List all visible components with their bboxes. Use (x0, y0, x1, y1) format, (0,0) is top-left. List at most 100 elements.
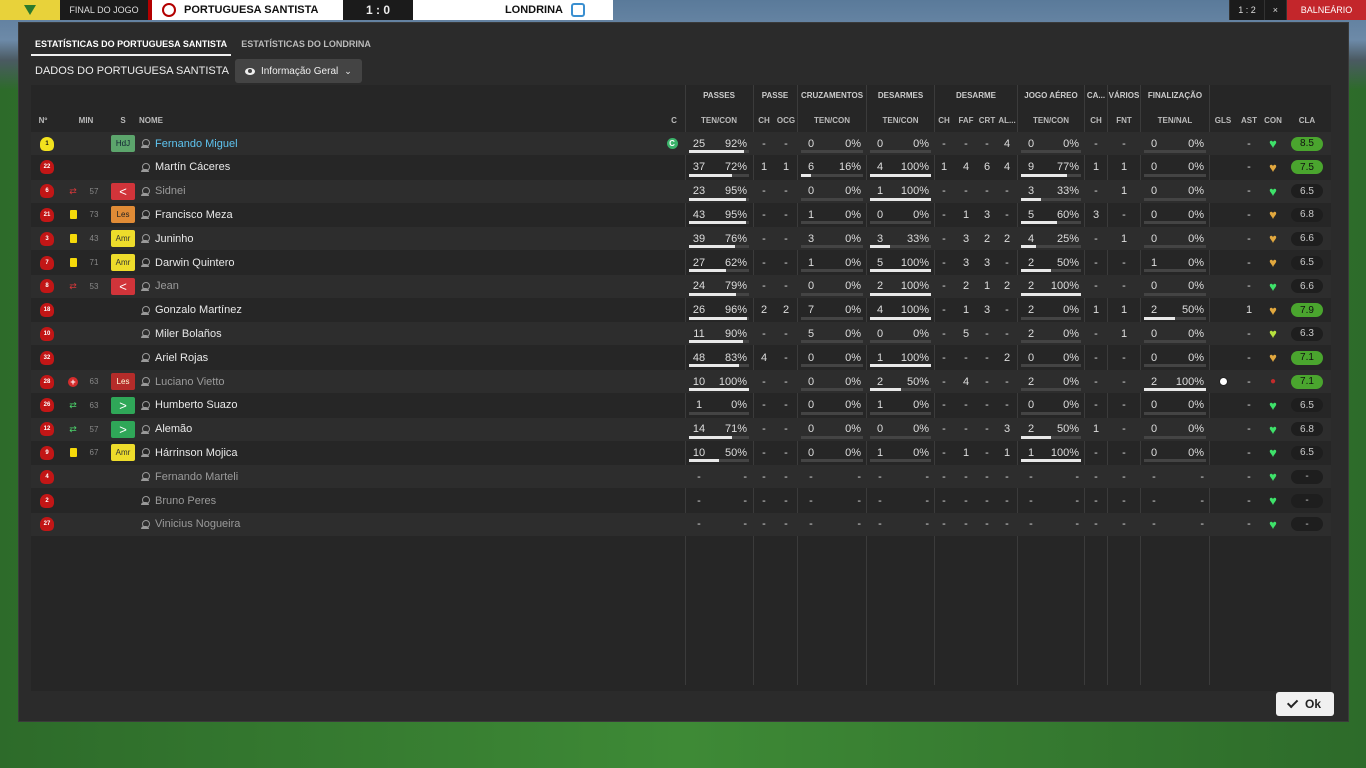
passes-percent-value: 71% (724, 423, 747, 436)
shirt-icon: 10 (40, 326, 54, 341)
player-name[interactable]: Bruno Peres (155, 495, 216, 507)
tackles-bar-fill (870, 197, 931, 201)
col-passe-ocg[interactable]: OCG (775, 116, 797, 125)
tab-home-stats[interactable]: ESTATÍSTICAS DO PORTUGUESA SANTISTA (31, 33, 232, 56)
table-row[interactable]: 26 ⇄ 63 > Humberto Suazo 1 0% - -0 0% 1 0% - - - -0 0% - -… (31, 394, 1331, 417)
col-passe-ch[interactable]: CH (755, 116, 773, 125)
player-name[interactable]: Francisco Meza (155, 209, 233, 221)
col-goals[interactable]: GLS (1213, 116, 1233, 125)
player-name[interactable]: Hárrinson Mojica (155, 447, 238, 459)
col-no[interactable]: Nº (33, 116, 53, 125)
col-assists[interactable]: AST (1239, 116, 1259, 125)
table-row[interactable]: 7 71 Amr Darwin Quintero 27 62% - -1 0% 5 100% -3 3-… (31, 251, 1331, 274)
close-icon[interactable]: × (1263, 0, 1286, 20)
crosses-percent-value: 0% (845, 232, 861, 245)
sub-off-icon: ⇄ (69, 280, 77, 291)
misc-fnt: - (1108, 394, 1140, 417)
col-des-ch[interactable]: CH (935, 116, 953, 125)
finishing-percent-value: 0% (1188, 185, 1204, 198)
table-row[interactable]: 18 Gonzalo Martínez 26 96% 2 2 7 0% 4 100% -1 3-2 0%… (31, 299, 1331, 322)
col-name[interactable]: NOME (139, 116, 179, 125)
player-name[interactable]: Juninho (155, 233, 194, 245)
player-name[interactable]: Fernando Marteli (155, 471, 238, 483)
player-name[interactable]: Humberto Suazo (155, 399, 238, 411)
table-row[interactable]: 1 HdJ Fernando Miguel C 25 92% - -0 0% 0 0% - - -4 0 0%… (31, 132, 1331, 155)
crosses-attempts: - (803, 513, 819, 536)
col-fnt[interactable]: FNT (1108, 116, 1140, 125)
col-finishing[interactable]: TEN/NAL (1141, 116, 1209, 125)
minute: 63 (83, 370, 105, 393)
passe-ch-value: - (762, 518, 766, 531)
finishing-bar-track (1144, 411, 1206, 415)
crosses-percent-value: - (857, 518, 861, 531)
table-row[interactable]: 28 +63 Les Luciano Vietto 10 100% - -0 0% 2 50% -4-… (31, 370, 1331, 393)
crosses-percent-value: 0% (845, 327, 861, 340)
col-des-crt[interactable]: CRT (978, 116, 996, 125)
table-row[interactable]: 27 Vinicius Nogueira - - - - - - - - - - - - - - - - - - - ♥ - (31, 512, 1331, 536)
col-passes[interactable]: TEN/CON (686, 116, 752, 125)
passe-ch-value: - (762, 446, 766, 459)
view-dropdown[interactable]: Informação Geral ⌄ (234, 59, 362, 83)
table-row[interactable]: 8 ⇄ 53 < Jean 24 79% - -0 0% 2 100% -2 1 2 2 100% - -0 0% - ♥… (31, 274, 1331, 298)
rating-badge: 7.9 (1291, 303, 1323, 318)
player-name[interactable]: Alemão (155, 423, 192, 435)
table-row[interactable]: 10 Miler Bolaños 11 90% - -5 0% 0 0% -5- -2 0% -1 0 0%… (31, 322, 1331, 346)
col-rating[interactable]: CLA (1291, 116, 1323, 125)
finishing-percent-value: 0% (1188, 256, 1204, 269)
morale-cell: ♥ (1261, 156, 1285, 179)
dressing-room-button[interactable]: BALNEÁRIO (1286, 0, 1366, 20)
player-name[interactable]: Jean (155, 280, 179, 292)
col-captain[interactable]: C (667, 116, 681, 125)
player-name[interactable]: Vinicius Nogueira (155, 518, 240, 530)
player-name[interactable]: Gonzalo Martínez (155, 304, 242, 316)
ca-ch: - (1085, 275, 1107, 298)
col-min[interactable]: MIN (75, 116, 97, 125)
tackles-attempts-value: 1 (876, 351, 884, 364)
passe-ch: - (755, 418, 773, 441)
ok-button[interactable]: Ok (1276, 692, 1334, 716)
table-row[interactable]: 6 ⇄ 57 < Sidnei 23 95% - -0 0% 1 100% - - - -3 33% -1 0 0% -… (31, 179, 1331, 203)
col-tackles[interactable]: TEN/CON (867, 116, 934, 125)
table-row[interactable]: 21 73 Les Francisco Meza 43 95% - -1 0% 0 0% -1 3-5 6… (31, 203, 1331, 226)
player-name[interactable]: Ariel Rojas (155, 352, 208, 364)
event-cell (65, 227, 81, 250)
col-crosses[interactable]: TEN/CON (798, 116, 866, 125)
table-row[interactable]: 2 Bruno Peres - - - - - - - - - - - - - - - - - - - ♥ - (31, 489, 1331, 512)
tackle-crt-value: - (985, 375, 989, 388)
player-name[interactable]: Martín Cáceres (155, 161, 230, 173)
tackles-percent-value: 100% (900, 256, 929, 269)
table-row[interactable]: 32 Ariel Rojas 48 83% 4-0 0% 1 100% - - -2 0 0% - -0 0%… (31, 346, 1331, 369)
table-row[interactable]: 12 ⇄ 57 > Alemão 14 71% - -0 0% 0 0% - - -3 2 50% 1-0 0% - ♥… (31, 417, 1331, 441)
table-row[interactable]: 22 Martín Cáceres 37 72% 1 1 6 16% 4 100% 1 4 6 4 9 77%… (31, 156, 1331, 179)
col-aerial[interactable]: TEN/CON (1018, 116, 1084, 125)
player-name[interactable]: Darwin Quintero (155, 257, 234, 269)
passes-attempts-value: 39 (692, 232, 706, 245)
col-des-al[interactable]: AL... (997, 116, 1017, 125)
tab-away-stats[interactable]: ESTATÍSTICAS DO LONDRINA (237, 33, 375, 56)
person-icon (141, 448, 150, 458)
crosses-percent-value: 0% (845, 446, 861, 459)
tackle-crt-value: - (985, 518, 989, 531)
player-name[interactable]: Fernando Miguel (155, 138, 238, 150)
table-row[interactable]: 3 43 Amr Juninho 39 76% - -3 0% 3 33% -3 2 2 4 25% -1 0 0%… (31, 227, 1331, 251)
table-row[interactable]: 4 Fernando Marteli - - - - - - - - - - - - - - - - - - - ♥ - (31, 465, 1331, 489)
tackle-crt-value: - (985, 494, 989, 507)
tackle-faf: - (956, 394, 976, 417)
assists-value: - (1247, 494, 1251, 507)
col-ca-ch[interactable]: CH (1085, 116, 1107, 125)
aerial-percent-value: 0% (1063, 327, 1079, 340)
player-name[interactable]: Luciano Vietto (155, 376, 225, 388)
col-s[interactable]: S (111, 116, 135, 125)
minute-value: 73 (89, 210, 99, 220)
tackle-crt: 3 (978, 251, 996, 274)
tackle-crt-value: - (985, 446, 989, 459)
passe-ch-value: 1 (760, 161, 768, 174)
other-score-button[interactable]: 1 : 2 (1229, 0, 1264, 20)
player-name[interactable]: Sidnei (155, 185, 186, 197)
table-row[interactable]: 9 67 Amr Hárrinson Mojica 10 50% - -0 0% 1 0% -1-1 1… (31, 441, 1331, 464)
finishing-bar-track (1144, 150, 1206, 153)
col-des-faf[interactable]: FAF (956, 116, 976, 125)
player-name[interactable]: Miler Bolaños (155, 328, 222, 340)
col-morale[interactable]: CON (1261, 116, 1285, 125)
position-badge: < (111, 182, 135, 200)
